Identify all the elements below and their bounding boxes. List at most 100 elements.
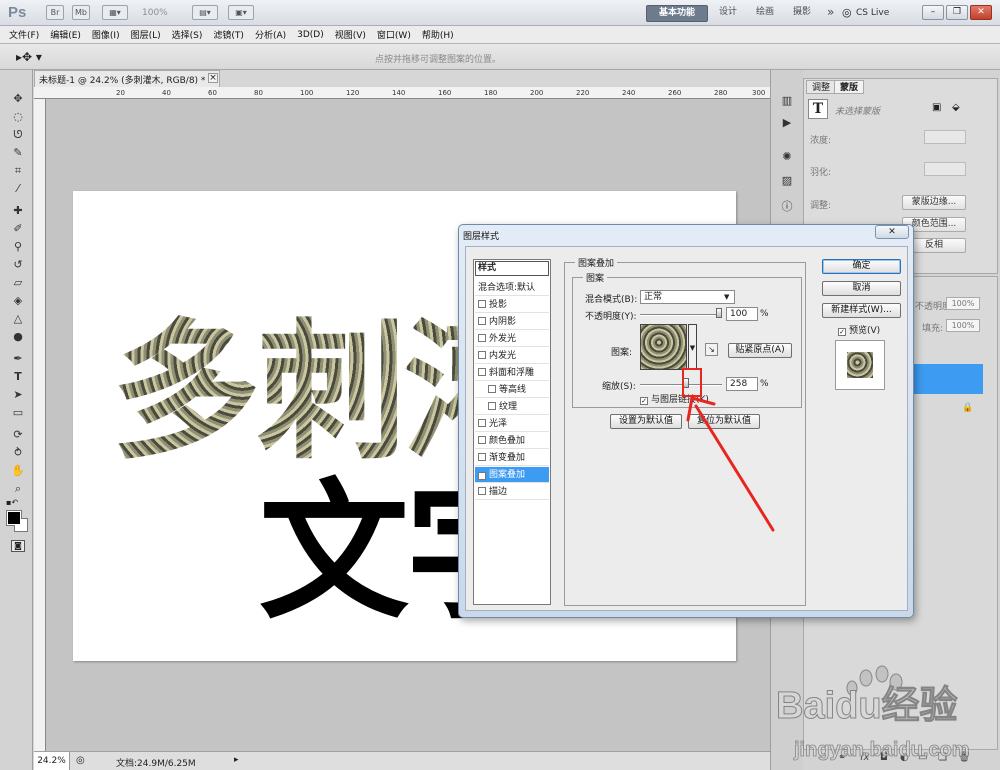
history-panel-icon[interactable]: ▥ [779,94,795,108]
tab-adjustments[interactable]: 调整 [806,80,837,94]
3d-orbit-tool-icon[interactable]: ⥁ [10,446,26,460]
style-item[interactable]: 颜色叠加 [475,433,549,449]
style-checkbox[interactable] [478,487,486,495]
style-item[interactable]: 外发光 [475,331,549,347]
path-selection-tool-icon[interactable]: ➤ [10,388,26,402]
style-checkbox[interactable] [488,385,496,393]
style-item[interactable]: 斜面和浮雕 [475,365,549,381]
quick-mask-icon[interactable]: ◙ [11,540,25,552]
type-tool-icon[interactable]: T [10,370,26,384]
restore-icon[interactable]: ❐ [946,5,968,20]
opacity-slider-track[interactable] [640,314,722,316]
new-preset-icon[interactable]: ↘ [705,343,718,356]
minimize-icon[interactable]: – [922,5,944,20]
layer-opacity-field[interactable]: 100% [946,297,980,310]
more-workspaces-button[interactable]: » [818,5,843,22]
eyedropper-tool-icon[interactable]: ⁄ [10,182,26,196]
zoom-level-select[interactable]: 100% [142,8,168,18]
marquee-tool-icon[interactable]: ◌ [10,110,26,124]
mask-edge-button[interactable]: 蒙版边缘... [902,195,966,210]
style-item[interactable]: 内发光 [475,348,549,364]
style-item[interactable]: 等高线 [475,382,549,398]
menu-analysis[interactable]: 分析(A) [255,28,286,41]
style-checkbox[interactable] [478,368,486,376]
feather-field[interactable] [924,162,966,176]
paint-bucket-tool-icon[interactable]: ◈ [10,294,26,308]
preview-checkbox[interactable]: ✓ 预览(V) [838,323,880,336]
navigator-panel-icon[interactable]: ▨ [779,174,795,188]
style-checkbox[interactable] [478,317,486,325]
style-item[interactable]: 渐变叠加 [475,450,549,466]
style-checkbox[interactable] [478,419,486,427]
close-window-icon[interactable]: ✕ [970,5,992,20]
info-panel-icon[interactable]: ⓘ [779,198,795,213]
close-document-icon[interactable]: × [208,73,218,83]
dodge-tool-icon[interactable]: ● [10,330,26,344]
menu-select[interactable]: 选择(S) [172,28,203,41]
bridge-icon[interactable]: Br [46,5,64,20]
make-default-button[interactable]: 设置为默认值 [610,414,682,429]
status-menu-arrow-icon[interactable]: ▸ [234,755,239,765]
cs-live-menu[interactable]: CS Live [856,8,889,18]
pixel-mask-icon[interactable]: ▣ [932,102,941,113]
pen-tool-icon[interactable]: ✒ [10,352,26,366]
pattern-picker-swatch[interactable] [640,324,687,370]
vector-mask-icon[interactable]: ⬙ [952,102,960,113]
menu-view[interactable]: 视图(V) [335,28,366,41]
minibridge-icon[interactable]: Mb [72,5,90,20]
style-item[interactable]: 混合选项:默认 [475,280,549,296]
brush-panel-icon[interactable]: ✺ [779,150,795,164]
styles-header[interactable]: 样式 [475,261,549,276]
style-item[interactable]: 纹理 [475,399,549,415]
eraser-tool-icon[interactable]: ▱ [10,276,26,290]
screen-mode-icon[interactable]: ▣▾ [228,5,254,20]
blend-mode-select[interactable]: 正常 [640,290,735,304]
style-item[interactable]: 投影 [475,297,549,313]
actions-panel-icon[interactable]: ▶ [779,116,795,130]
zoom-tool-icon[interactable]: ⌕ [10,482,26,496]
quick-select-tool-icon[interactable]: ✎ [10,146,26,160]
status-zoom-field[interactable]: 24.2% [34,752,70,770]
chevron-down-icon[interactable]: ▼ [724,290,729,304]
workspace-design-button[interactable]: 设计 [710,5,746,22]
workspace-photography-button[interactable]: 摄影 [784,5,820,22]
new-style-button[interactable]: 新建样式(W)... [822,303,901,318]
history-brush-tool-icon[interactable]: ↺ [10,258,26,272]
document-tab[interactable]: 未标题-1 @ 24.2% (多刺灌木, RGB/8) * [34,70,220,87]
lasso-tool-icon[interactable]: ᘎ [10,128,26,142]
style-item[interactable]: 光泽 [475,416,549,432]
menu-filter[interactable]: 滤镜(T) [213,28,244,41]
brush-tool-icon[interactable]: ✐ [10,222,26,236]
healing-brush-tool-icon[interactable]: ✚ [10,204,26,218]
style-checkbox[interactable] [478,453,486,461]
snap-to-origin-button[interactable]: 贴紧原点(A) [728,343,792,358]
style-checkbox[interactable] [488,402,496,410]
preview-checkbox-box[interactable]: ✓ [838,328,846,336]
style-item[interactable]: 描边 [475,484,549,500]
crop-tool-icon[interactable]: ⌗ [10,164,26,178]
clone-stamp-tool-icon[interactable]: ⚲ [10,240,26,254]
shape-tool-icon[interactable]: ▭ [10,406,26,420]
style-item[interactable]: 内阴影 [475,314,549,330]
move-tool-icon[interactable]: ✥ [10,92,26,106]
pattern-dropdown-arrow-icon[interactable]: ▼ [688,324,697,370]
view-extras-icon[interactable]: ▦▾ [102,5,128,20]
style-checkbox[interactable] [478,300,486,308]
default-colors-icon[interactable]: ▪↶ [6,498,18,507]
opacity-input[interactable]: 100 [726,307,758,321]
style-checkbox[interactable] [478,436,486,444]
opacity-slider-thumb[interactable] [716,308,722,318]
style-checkbox[interactable] [478,351,486,359]
workspace-essentials-button[interactable]: 基本功能 [646,5,708,22]
style-checkbox[interactable] [478,334,486,342]
ok-button[interactable]: 确定 [822,259,901,274]
workspace-painting-button[interactable]: 绘画 [747,5,783,22]
blur-tool-icon[interactable]: △ [10,312,26,326]
menu-help[interactable]: 帮助(H) [422,28,454,41]
layer-fill-field[interactable]: 100% [946,319,980,332]
cancel-button[interactable]: 取消 [822,281,901,296]
arrange-documents-icon[interactable]: ▤▾ [192,5,218,20]
dialog-close-icon[interactable]: ✕ [875,225,909,239]
style-checkbox[interactable]: ✓ [478,472,486,480]
menu-layer[interactable]: 图层(L) [131,28,161,41]
